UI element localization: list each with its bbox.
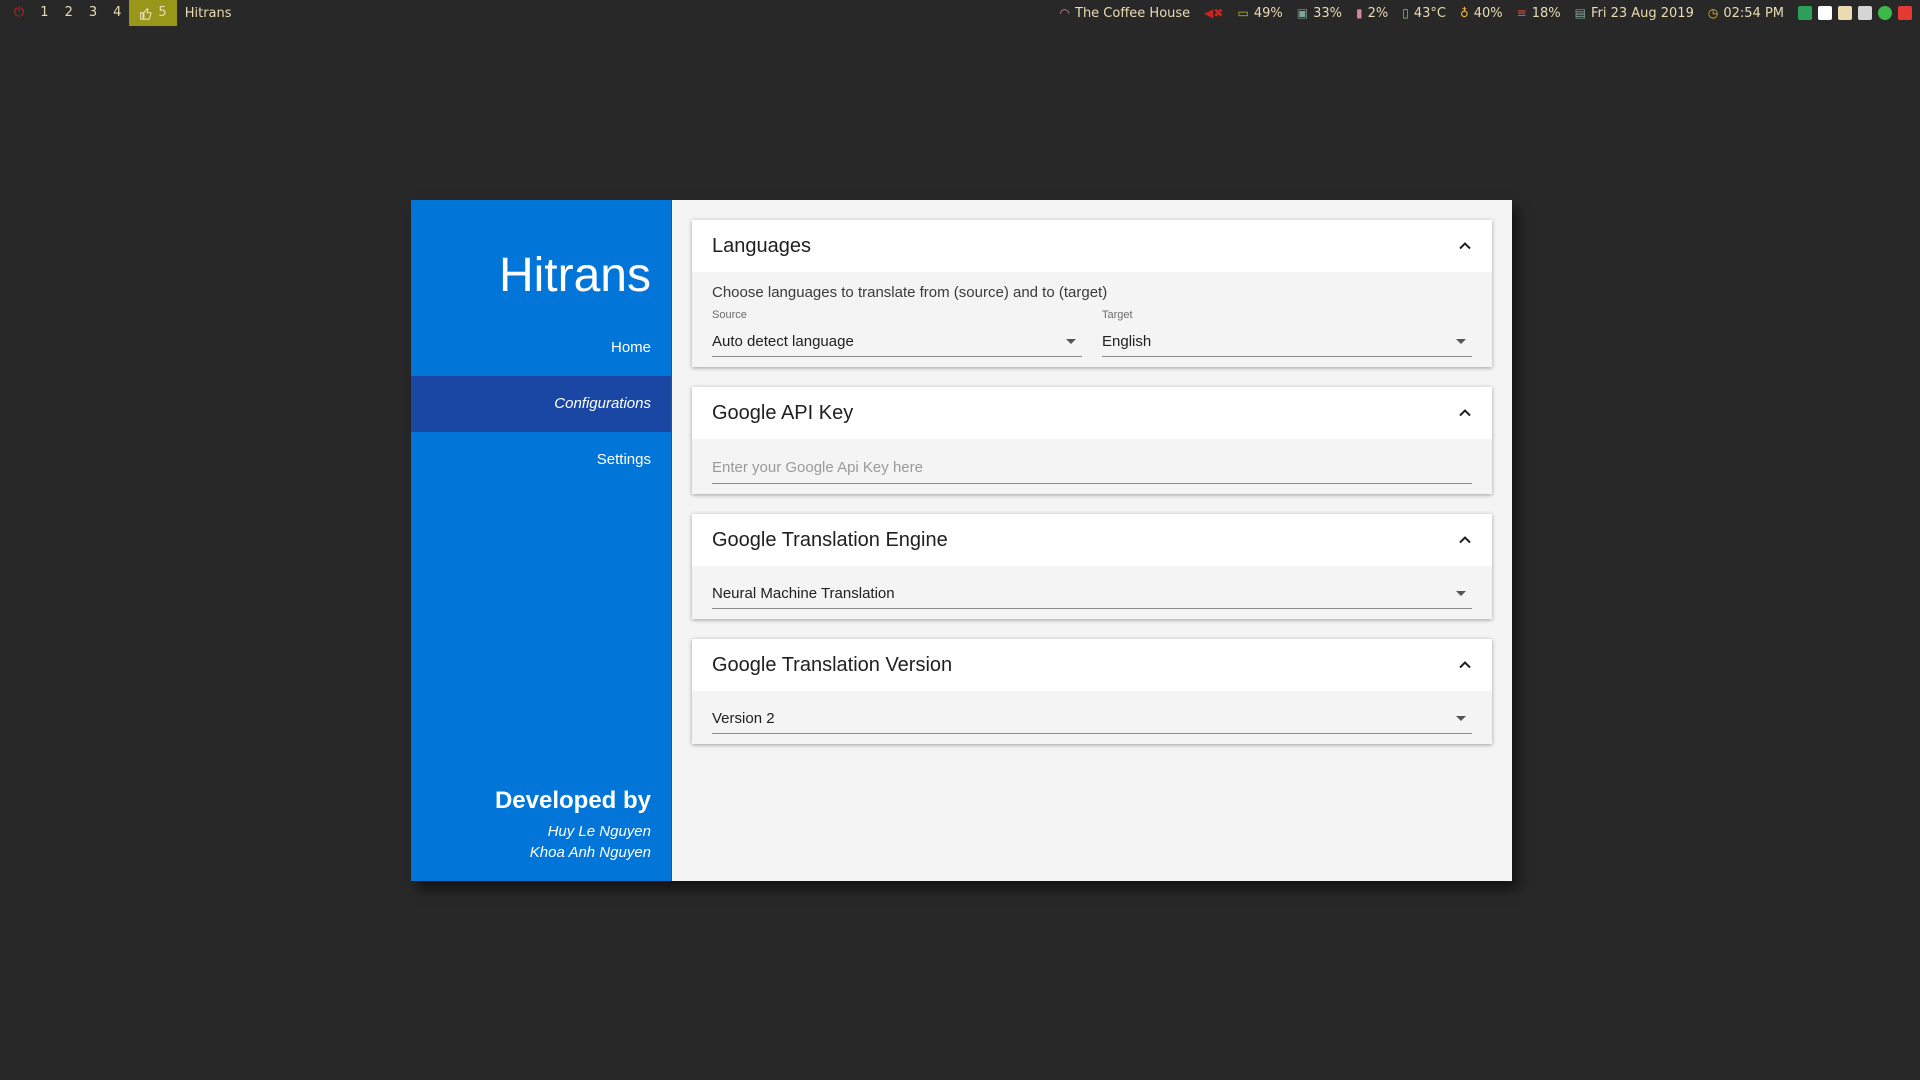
api-key-card: Google API Key	[692, 387, 1492, 494]
disk-module: ▣ 33%	[1297, 6, 1342, 21]
dropdown-arrow-icon	[1456, 715, 1466, 721]
memory-icon: ▮	[1355, 6, 1363, 20]
translate-tray-icon[interactable]	[1798, 6, 1812, 20]
wifi-icon: ◠	[1059, 6, 1070, 20]
engine-title: Google Translation Engine	[712, 528, 948, 551]
calendar-icon: ▤	[1574, 6, 1586, 20]
clock-module: ◷ 02:54 PM	[1708, 6, 1784, 21]
chevron-up-icon[interactable]	[1458, 658, 1472, 672]
chevron-up-icon[interactable]	[1458, 533, 1472, 547]
chevron-up-icon[interactable]	[1458, 239, 1472, 253]
engine-card: Google Translation Engine Neural Machine…	[692, 514, 1492, 619]
workspace-5-label: 5	[158, 5, 167, 20]
dropdown-arrow-icon	[1066, 338, 1076, 344]
version-select[interactable]: Version 2	[712, 703, 1472, 734]
slack-tray-icon[interactable]	[1838, 6, 1852, 20]
dropdown-arrow-icon	[1456, 590, 1466, 596]
sidebar-nav: Home Configurations Settings	[411, 320, 671, 488]
source-label: Source	[712, 309, 747, 321]
languages-title: Languages	[712, 234, 811, 257]
cpu-value: 18%	[1531, 5, 1561, 21]
engine-body: Neural Machine Translation	[692, 566, 1492, 619]
api-key-body	[692, 439, 1492, 494]
engine-header[interactable]: Google Translation Engine	[692, 514, 1492, 566]
status-bar: ⏻ 1 2 3 4 5 Hitrans ◠ The Coffee House ◀…	[0, 0, 1920, 26]
memory-module: ▮ 2%	[1356, 6, 1388, 21]
languages-header[interactable]: Languages	[692, 220, 1492, 272]
volume-muted-icon: ◀✖	[1204, 6, 1224, 20]
battery-module: ▭ 49%	[1237, 6, 1282, 21]
clock-icon: ◷	[1707, 6, 1719, 20]
api-key-input[interactable]	[712, 451, 1472, 484]
disk-value: 33%	[1313, 5, 1342, 21]
api-key-header[interactable]: Google API Key	[692, 387, 1492, 439]
source-language-value: Auto detect language	[712, 332, 854, 350]
system-tray	[1798, 6, 1912, 20]
keyboard-tray-icon[interactable]	[1818, 6, 1832, 20]
version-header[interactable]: Google Translation Version	[692, 639, 1492, 691]
cpu-module: ≡ 18%	[1517, 6, 1561, 21]
date-module: ▤ Fri 23 Aug 2019	[1575, 6, 1694, 21]
volume-module[interactable]: ◀✖	[1204, 7, 1223, 19]
time-value: 02:54 PM	[1723, 5, 1784, 21]
sidebar-item-home[interactable]: Home	[411, 320, 671, 376]
wifi-module[interactable]: ◠ The Coffee House	[1060, 6, 1191, 21]
thermometer-icon: ▯	[1402, 6, 1409, 20]
developer-credits: Developed by Huy Le Nguyen Khoa Anh Nguy…	[495, 787, 651, 863]
app-brand: Hitrans	[498, 249, 651, 302]
version-title: Google Translation Version	[712, 653, 953, 676]
power-icon[interactable]: ⏻	[6, 0, 32, 26]
configurations-panel: Languages Choose languages to translate …	[672, 200, 1512, 881]
engine-value: Neural Machine Translation	[712, 584, 895, 602]
target-field: Target English	[1102, 309, 1472, 357]
languages-description: Choose languages to translate from (sour…	[712, 284, 1108, 301]
wifi-name: The Coffee House	[1075, 5, 1191, 21]
battery-icon: ▭	[1237, 6, 1249, 20]
source-field: Source Auto detect language	[712, 309, 1082, 357]
credits-heading: Developed by	[494, 787, 651, 814]
temperature-module: ▯ 43°C	[1402, 6, 1446, 21]
temperature-value: 43°C	[1413, 5, 1446, 21]
check-tray-icon[interactable]	[1878, 6, 1892, 20]
dropdown-arrow-icon	[1456, 338, 1466, 344]
target-language-select[interactable]: English	[1102, 326, 1472, 357]
memory-value: 2%	[1367, 5, 1389, 21]
workspace-1[interactable]: 1	[32, 0, 56, 26]
developer-name: Huy Le Nguyen	[547, 823, 651, 840]
workspace-2[interactable]: 2	[57, 0, 81, 26]
sidebar-item-configurations[interactable]: Configurations	[411, 376, 671, 432]
workspace-list: ⏻ 1 2 3 4 5 Hitrans	[6, 0, 232, 26]
brightness-module[interactable]: ♁ 40%	[1460, 6, 1503, 21]
cpu-icon: ≡	[1516, 6, 1527, 20]
active-window-title: Hitrans	[184, 5, 232, 21]
chevron-up-icon[interactable]	[1458, 406, 1472, 420]
lightbulb-icon: ♁	[1459, 6, 1469, 20]
hitrans-window: Hitrans Home Configurations Settings Dev…	[411, 200, 1512, 881]
sidebar: Hitrans Home Configurations Settings Dev…	[411, 200, 672, 881]
developer-name: Khoa Anh Nguyen	[529, 844, 651, 861]
target-label: Target	[1102, 309, 1133, 321]
brightness-value: 40%	[1473, 5, 1503, 21]
disk-icon: ▣	[1296, 6, 1309, 20]
date-value: Fri 23 Aug 2019	[1590, 5, 1694, 21]
api-key-title: Google API Key	[712, 401, 854, 424]
thumbs-up-icon	[140, 7, 152, 20]
exit-tray-icon[interactable]	[1898, 6, 1912, 20]
version-value: Version 2	[712, 709, 775, 727]
battery-value: 49%	[1253, 5, 1283, 21]
languages-body: Choose languages to translate from (sour…	[692, 272, 1492, 367]
sidebar-item-settings[interactable]: Settings	[411, 432, 671, 488]
source-language-select[interactable]: Auto detect language	[712, 326, 1082, 357]
drive-tray-icon[interactable]	[1858, 6, 1872, 20]
target-language-value: English	[1102, 332, 1152, 350]
version-card: Google Translation Version Version 2	[692, 639, 1492, 744]
workspace-5-active[interactable]: 5	[129, 0, 177, 26]
version-body: Version 2	[692, 691, 1492, 744]
workspace-4[interactable]: 4	[105, 0, 129, 26]
workspace-3[interactable]: 3	[81, 0, 105, 26]
engine-select[interactable]: Neural Machine Translation	[712, 578, 1472, 609]
languages-card: Languages Choose languages to translate …	[692, 220, 1492, 367]
status-modules: ◠ The Coffee House ◀✖ ▭ 49% ▣ 33% ▮ 2% ▯…	[1060, 0, 1912, 26]
